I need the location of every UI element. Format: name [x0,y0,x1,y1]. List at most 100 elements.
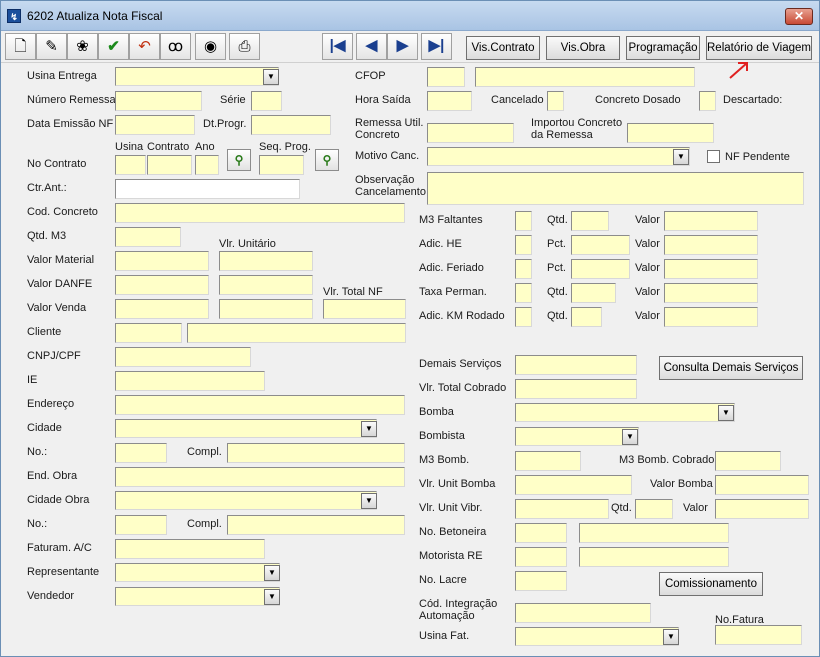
vlr-unitario-venda-field[interactable] [219,299,313,319]
close-button[interactable]: ✕ [785,8,813,25]
popcorn-icon[interactable]: ❀ [67,33,98,60]
usina-fat-select[interactable] [515,627,679,646]
cfop-descricao-field[interactable] [475,67,695,87]
adic-km-rodado-check-field[interactable] [515,307,532,327]
vendedor-dropdown-icon[interactable]: ▼ [264,589,280,605]
bomba-select[interactable] [515,403,735,422]
concreto-dosado-field[interactable] [699,91,716,111]
adic-feriado-check-field[interactable] [515,259,532,279]
cod-integracao-field[interactable] [515,603,651,623]
cidade-dropdown-icon[interactable]: ▼ [361,421,377,437]
usina-entrega-select[interactable] [115,67,279,86]
representante-dropdown-icon[interactable]: ▼ [264,565,280,581]
demais-servicos-field[interactable] [515,355,637,375]
cidade-obra-select[interactable] [115,491,377,510]
compl-obra-field[interactable] [227,515,405,535]
usina-fat-dropdown-icon[interactable]: ▼ [663,629,679,645]
representante-select[interactable] [115,563,280,582]
adic-feriado-valor-field[interactable] [664,259,758,279]
adic-km-rodado-valor-field[interactable] [664,307,758,327]
adic-km-rodado-qtd-field[interactable] [571,307,602,327]
no-lacre-field[interactable] [515,571,567,591]
adic-he-pct-field[interactable] [571,235,630,255]
vlr-total-cobrado-field[interactable] [515,379,637,399]
vis-obra-button[interactable]: Vis.Obra [546,36,620,60]
cliente-codigo-field[interactable] [115,323,182,343]
taxa-perman-check-field[interactable] [515,283,532,303]
motivo-canc-select[interactable] [427,147,690,166]
observacao-cancelamento-field[interactable] [427,172,804,205]
vendedor-select[interactable] [115,587,280,606]
m3-bomb-cobrado-field[interactable] [715,451,781,471]
valor-material-field[interactable] [115,251,209,271]
serie-field[interactable] [251,91,282,111]
valor-bomba-field[interactable] [715,475,809,495]
last-record-icon[interactable]: ▶| [421,33,452,60]
dt-progr-field[interactable] [251,115,331,135]
compl-field[interactable] [227,443,405,463]
qtd-m3-field[interactable] [115,227,181,247]
seq-prog-lookup-icon[interactable]: ⚲ [315,149,339,171]
new-document-icon[interactable]: 🗋 [5,33,36,60]
consulta-demais-servicos-button[interactable]: Consulta Demais Serviços [659,356,803,380]
end-obra-field[interactable] [115,467,405,487]
first-record-icon[interactable]: |◀ [322,33,353,60]
endereco-field[interactable] [115,395,405,415]
no-betoneira-field[interactable] [515,523,567,543]
contrato-usina-field[interactable] [115,155,146,175]
vlr-unit-bomba-field[interactable] [515,475,632,495]
remessa-util-field[interactable] [427,123,514,143]
bomba-dropdown-icon[interactable]: ▼ [718,405,734,421]
numero-obra-field[interactable] [115,515,167,535]
motorista-nome-field[interactable] [579,547,729,567]
betoneira-descricao-field[interactable] [579,523,729,543]
vlr-unitario-danfe-field[interactable] [219,275,313,295]
hora-saida-field[interactable] [427,91,472,111]
motivo-canc-dropdown-icon[interactable]: ▼ [673,149,689,165]
vibr-qtd-field[interactable] [635,499,673,519]
faturam-ac-field[interactable] [115,539,265,559]
cod-concreto-field[interactable] [115,203,405,223]
m3-faltantes-valor-field[interactable] [664,211,758,231]
m3-faltantes-check-field[interactable] [515,211,532,231]
data-emissao-nf-field[interactable] [115,115,195,135]
cidade-select[interactable] [115,419,377,438]
vlr-unitario-material-field[interactable] [219,251,313,271]
importou-concreto-field[interactable] [627,123,714,143]
print-preview-icon[interactable]: ✎ [36,33,67,60]
vibr-valor-field[interactable] [715,499,809,519]
adic-he-check-field[interactable] [515,235,532,255]
adic-he-valor-field[interactable] [664,235,758,255]
binoculars-icon[interactable]: ꝏ [160,33,191,60]
adic-feriado-pct-field[interactable] [571,259,630,279]
undo-icon[interactable]: ↶ [129,33,160,60]
usina-entrega-dropdown-icon[interactable]: ▼ [263,69,279,85]
m3-bomb-field[interactable] [515,451,581,471]
motorista-re-field[interactable] [515,547,567,567]
taxa-perman-qtd-field[interactable] [571,283,616,303]
numero-remessa-field[interactable] [115,91,202,111]
vlr-total-nf-field[interactable] [323,299,406,319]
ie-field[interactable] [115,371,265,391]
previous-record-icon[interactable]: ◀ [356,33,387,60]
vlr-unit-vibr-field[interactable] [515,499,609,519]
contrato-ano-field[interactable] [195,155,219,175]
cancelado-field[interactable] [547,91,564,111]
bombista-dropdown-icon[interactable]: ▼ [622,429,638,445]
next-record-icon[interactable]: ▶ [387,33,418,60]
nf-pendente-checkbox[interactable] [707,150,720,163]
bombista-select[interactable] [515,427,639,446]
numero-field[interactable] [115,443,167,463]
valor-venda-field[interactable] [115,299,209,319]
cidade-obra-dropdown-icon[interactable]: ▼ [361,493,377,509]
cnpj-cpf-field[interactable] [115,347,251,367]
comissionamento-button[interactable]: Comissionamento [659,572,763,596]
seq-prog-field[interactable] [259,155,304,175]
vis-contrato-button[interactable]: Vis.Contrato [466,36,540,60]
cfop-field[interactable] [427,67,465,87]
programacao-button[interactable]: Programação [626,36,700,60]
cliente-nome-field[interactable] [187,323,406,343]
taxa-perman-valor-field[interactable] [664,283,758,303]
printer-icon[interactable]: ⎙ [229,33,260,60]
no-fatura-field[interactable] [715,625,802,645]
